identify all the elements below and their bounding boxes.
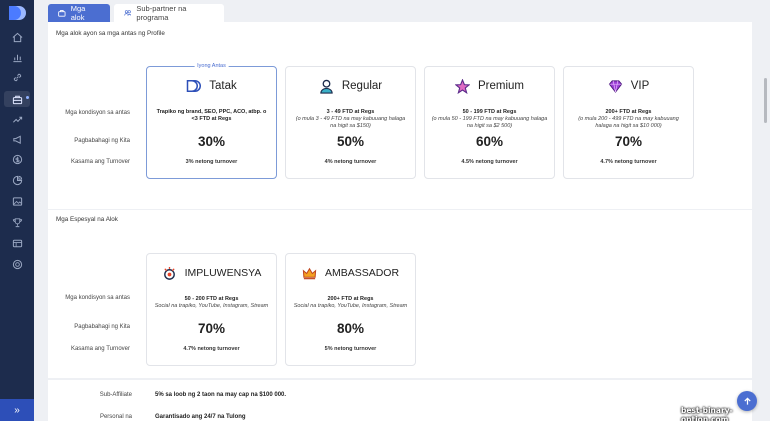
row-label-turnover: Kasama ang Turnover [70, 159, 130, 165]
condition-main: 3 - 49 FTD at Regs [326, 109, 375, 115]
profit-share-value: 50% [336, 134, 365, 149]
section-title: Mga alok ayon sa mga antas ng Profile [56, 30, 165, 37]
profit-share-value: 70% [197, 321, 226, 336]
turnover-value: 4.7% netong turnover [600, 159, 657, 165]
level-name: Premium [477, 80, 524, 92]
condition-main: 200+ FTD at Regs [605, 109, 652, 115]
condition-note: Social na trapiko, YouTube, Instagram, S… [154, 303, 269, 309]
current-level-tag: Iyong Antas [194, 63, 229, 69]
briefcase-icon [58, 10, 66, 17]
level-card-premium[interactable]: Premium 50 - 199 FTD at Regs (o mula 50 … [424, 66, 555, 179]
level-card-vip[interactable]: VIP 200+ FTD at Regs (o mula 200 - 499 F… [563, 66, 694, 179]
row-label-turnover: Kasama ang Turnover [70, 346, 130, 352]
brand-logo-icon[interactable] [7, 5, 27, 21]
level-card-regular[interactable]: Regular 3 - 49 FTD at Regs (o mula 3 - 4… [285, 66, 416, 179]
users-icon [124, 10, 132, 16]
diamond-icon [608, 79, 622, 93]
turnover-value: 4.5% netong turnover [461, 159, 518, 165]
scrollbar-thumb[interactable] [764, 78, 767, 123]
home-icon[interactable] [9, 29, 25, 45]
level-card-tatak[interactable]: Iyong Antas Tatak Trapiko ng brand, SEO,… [146, 63, 277, 179]
tab-offers-label: Mga alok [70, 4, 86, 22]
condition-note: Social na trapiko, YouTube, Instagram, S… [293, 303, 408, 309]
offer-card-ambassador[interactable]: AMBASSADOR 200+ FTD at Regs Social na tr… [285, 253, 416, 366]
extra-label-personal: Personal na [99, 414, 132, 420]
user-icon [320, 79, 333, 94]
tab-sub-partner[interactable]: Sub-partner na programa [114, 4, 224, 22]
sidebar: » [0, 0, 34, 421]
table-icon[interactable] [9, 235, 25, 251]
crown-icon [302, 267, 317, 279]
support-icon[interactable] [9, 256, 25, 272]
promo-materials-icon[interactable] [9, 193, 25, 209]
analytics-icon[interactable] [9, 172, 25, 188]
turnover-value: 4% netong turnover [324, 159, 377, 165]
arrow-up-icon [743, 396, 751, 405]
condition-note: (o mula 3 - 49 FTD na may kabuuang halag… [295, 116, 406, 129]
level-name: Tatak [209, 80, 237, 92]
profit-share-value: 60% [475, 134, 504, 149]
row-label-profit-share: Pagbabahagi ng Kita [74, 138, 130, 144]
turnover-value: 3% netong turnover [185, 159, 238, 165]
tab-offers[interactable]: Mga alok [48, 4, 110, 22]
offers-icon[interactable] [4, 91, 30, 107]
turnover-value: 5% netong turnover [324, 346, 377, 352]
tab-sub-partner-label: Sub-partner na programa [136, 4, 187, 22]
extra-value-sub-affiliate: 5% sa loob ng 2 taon na may cap na $100 … [155, 392, 287, 398]
offer-name: AMBASSADOR [324, 267, 400, 279]
extra-label-sub-affiliate: Sub-Affiliate [99, 392, 132, 398]
megaphone-icon[interactable] [9, 131, 25, 147]
level-condition: Trapiko ng brand, SEO, PPC, ACO, atbp. o… [153, 109, 270, 123]
level-name: Regular [341, 80, 383, 92]
condition-note: (o mula 50 - 199 FTD na may kabuuang hal… [431, 116, 548, 129]
level-condition: 200+ FTD at Regs (o mula 200 - 499 FTD n… [570, 109, 687, 130]
link-icon[interactable] [9, 69, 25, 85]
row-label-profit-share: Pagbabahagi ng Kita [74, 324, 130, 330]
payments-icon[interactable] [9, 151, 25, 167]
condition-main: 50 - 200 FTD at Regs [184, 296, 239, 302]
tab-bar: Mga alok Sub-partner na programa [48, 4, 224, 22]
profile-levels-panel: Mga alok ayon sa mga antas ng Profile Mg… [48, 22, 752, 209]
offer-card-impluwensya[interactable]: IMPLUWENSYA 50 - 200 FTD at Regs Social … [146, 253, 277, 366]
extras-panel: Sub-Affiliate 5% sa loob ng 2 taon na ma… [48, 380, 752, 421]
condition-main: 200+ FTD at Regs [327, 296, 374, 302]
special-offers-panel: Mga Espesyal na Alok Mga kondisyon sa an… [48, 210, 752, 378]
trophy-icon[interactable] [9, 214, 25, 230]
profit-share-value: 80% [336, 321, 365, 336]
brand-logo-icon [187, 80, 202, 92]
trend-icon[interactable] [9, 111, 25, 127]
offer-condition: 200+ FTD at Regs Social na trapiko, YouT… [292, 296, 409, 310]
condition-main: 50 - 199 FTD at Regs [462, 109, 517, 115]
level-condition: 50 - 199 FTD at Regs (o mula 50 - 199 FT… [431, 109, 548, 130]
active-indicator [26, 96, 29, 99]
offer-name: IMPLUWENSYA [184, 267, 262, 279]
watermark: best-binary-option.com [681, 406, 733, 421]
profit-share-value: 30% [197, 134, 226, 149]
star-icon [454, 78, 470, 94]
profit-share-value: 70% [614, 134, 643, 149]
extra-value-personal: Garantisado ang 24/7 na Tulong [155, 414, 246, 420]
influencer-icon [163, 266, 175, 280]
offer-condition: 50 - 200 FTD at Regs Social na trapiko, … [153, 296, 270, 310]
turnover-value: 4.7% netong turnover [183, 346, 240, 352]
condition-note: (o mula 200 - 499 FTD na may kabuuang ha… [578, 116, 679, 129]
level-name: VIP [630, 80, 650, 92]
condition-main: Trapiko ng brand, SEO, PPC, ACO, atbp. o… [156, 109, 267, 122]
double-chevron-right-icon: » [14, 404, 20, 416]
expand-sidebar-button[interactable]: » [0, 399, 34, 421]
row-label-conditions: Mga kondisyon sa antas [65, 295, 130, 301]
section-title: Mga Espesyal na Alok [56, 216, 118, 223]
row-label-conditions: Mga kondisyon sa antas [65, 110, 130, 116]
level-condition: 3 - 49 FTD at Regs (o mula 3 - 49 FTD na… [292, 109, 409, 130]
statistics-icon[interactable] [9, 49, 25, 65]
